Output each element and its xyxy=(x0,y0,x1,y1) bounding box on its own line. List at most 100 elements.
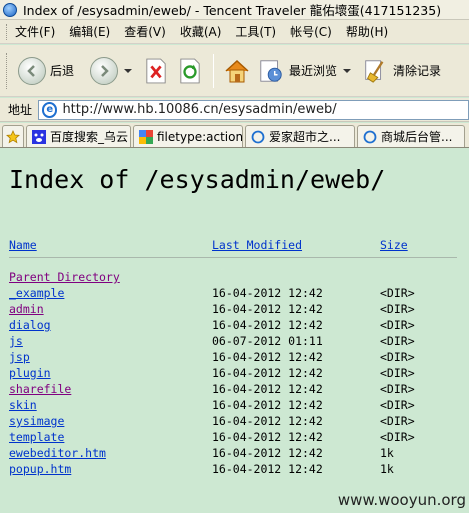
file-size: <DIR> xyxy=(380,334,415,348)
home-icon xyxy=(223,57,251,85)
window-title: Index of /esysadmin/eweb/ - Tencent Trav… xyxy=(23,3,442,18)
tab-bar: 百度搜索_乌云 filetype:action... 爱家超市之... 商城后台… xyxy=(0,123,469,148)
menu-bar: 文件(F) 编辑(E) 查看(V) 收藏(A) 工具(T) 帐号(C) 帮助(H… xyxy=(0,20,469,44)
menu-edit[interactable]: 编辑(E) xyxy=(69,23,110,40)
menu-view[interactable]: 查看(V) xyxy=(124,23,166,40)
modified-date: 16-04-2012 12:42 xyxy=(212,286,323,300)
title-bar: Index of /esysadmin/eweb/ - Tencent Trav… xyxy=(0,0,469,20)
history-clock-icon xyxy=(257,57,285,85)
menu-tools[interactable]: 工具(T) xyxy=(235,23,276,40)
file-link[interactable]: _example xyxy=(9,286,64,300)
sort-by-modified-link[interactable]: Last Modified xyxy=(212,238,302,252)
menu-help[interactable]: 帮助(H) xyxy=(346,23,388,40)
modified-date: 16-04-2012 12:42 xyxy=(212,350,323,364)
file-size: <DIR> xyxy=(380,430,415,444)
file-size: <DIR> xyxy=(380,398,415,412)
file-size: <DIR> xyxy=(380,350,415,364)
file-size: 1k xyxy=(380,446,394,460)
file-link[interactable]: jsp xyxy=(9,350,30,364)
modified-date: 16-04-2012 12:42 xyxy=(212,430,323,444)
recent-history-dropdown-icon[interactable] xyxy=(343,68,352,73)
tab-label: 爱家超市之... xyxy=(269,130,341,144)
modified-date: 16-04-2012 12:42 xyxy=(212,462,323,476)
baidu-paw-icon xyxy=(32,129,46,144)
modified-date: 06-07-2012 01:11 xyxy=(212,334,323,348)
modified-date: 16-04-2012 12:42 xyxy=(212,382,323,396)
file-link[interactable]: dialog xyxy=(9,318,51,332)
refresh-icon xyxy=(176,57,204,85)
favorites-star-button[interactable] xyxy=(2,125,24,147)
ie-page-icon xyxy=(363,130,377,143)
toolbar-grip[interactable] xyxy=(6,52,9,89)
address-bar: 地址 e xyxy=(0,98,469,122)
forward-button[interactable] xyxy=(87,51,139,91)
file-link[interactable]: ewebeditor.htm xyxy=(9,446,106,460)
sort-by-size-link[interactable]: Size xyxy=(380,238,408,252)
home-button[interactable] xyxy=(220,51,254,91)
modified-date: 16-04-2012 12:42 xyxy=(212,366,323,380)
menu-favorites[interactable]: 收藏(A) xyxy=(180,23,222,40)
table-row: skin 16-04-2012 12:42 <DIR> xyxy=(0,398,469,414)
forward-arrow-icon xyxy=(90,56,119,85)
parent-row: Parent Directory xyxy=(0,270,469,286)
table-row: sysimage 16-04-2012 12:42 <DIR> xyxy=(0,414,469,430)
modified-date: 16-04-2012 12:42 xyxy=(212,318,323,332)
tab-label: 百度搜索_乌云 xyxy=(50,130,129,144)
tab-google[interactable]: filetype:action... xyxy=(133,125,243,147)
file-size: <DIR> xyxy=(380,318,415,332)
tab-baidu[interactable]: 百度搜索_乌云 xyxy=(26,125,131,147)
modified-date: 16-04-2012 12:42 xyxy=(212,414,323,428)
refresh-button[interactable] xyxy=(173,51,207,91)
file-link[interactable]: js xyxy=(9,334,23,348)
tab-admin[interactable]: 商城后台管... xyxy=(357,125,465,147)
address-box[interactable]: e xyxy=(38,99,469,120)
stop-icon xyxy=(142,57,170,85)
tab-label: filetype:action... xyxy=(157,129,243,144)
table-row: popup.htm 16-04-2012 12:42 1k xyxy=(0,462,469,478)
recent-history-label: 最近浏览 xyxy=(289,64,338,78)
table-row: _example 16-04-2012 12:42 <DIR> xyxy=(0,286,469,302)
file-size: <DIR> xyxy=(380,286,415,300)
toolbar-separator xyxy=(213,53,215,88)
google-icon xyxy=(139,129,153,144)
table-row: template 16-04-2012 12:42 <DIR> xyxy=(0,430,469,446)
watermark: www.wooyun.org xyxy=(337,491,466,509)
star-icon xyxy=(6,129,20,143)
modified-date: 16-04-2012 12:42 xyxy=(212,302,323,316)
stop-button[interactable] xyxy=(139,51,173,91)
file-link[interactable]: skin xyxy=(9,398,37,412)
file-link[interactable]: plugin xyxy=(9,366,51,380)
file-link[interactable]: sysimage xyxy=(9,414,64,428)
tab-aijia[interactable]: 爱家超市之... xyxy=(245,125,355,147)
forward-dropdown-icon[interactable] xyxy=(124,68,133,73)
toolbar-grip[interactable] xyxy=(6,23,9,40)
navigation-toolbar: 后退 最近浏览 清除记录 xyxy=(0,45,469,97)
sort-by-name-link[interactable]: Name xyxy=(9,238,37,252)
table-row: plugin 16-04-2012 12:42 <DIR> xyxy=(0,366,469,382)
file-link[interactable]: admin xyxy=(9,302,44,316)
file-size: <DIR> xyxy=(380,414,415,428)
file-size: <DIR> xyxy=(380,366,415,380)
page-icon: e xyxy=(42,101,58,118)
file-link[interactable]: template xyxy=(9,430,64,444)
address-label: 地址 xyxy=(8,103,33,117)
back-button[interactable]: 后退 xyxy=(15,51,77,91)
broom-icon xyxy=(361,57,389,85)
back-arrow-icon xyxy=(18,56,46,85)
file-link[interactable]: sharefile xyxy=(9,382,71,396)
menu-file[interactable]: 文件(F) xyxy=(15,23,55,40)
recent-history-button[interactable]: 最近浏览 xyxy=(254,51,358,91)
parent-directory-link[interactable]: Parent Directory xyxy=(9,270,120,284)
clear-history-label: 清除记录 xyxy=(393,64,442,78)
page-heading: Index of /esysadmin/eweb/ xyxy=(9,165,386,194)
table-row: dialog 16-04-2012 12:42 <DIR> xyxy=(0,318,469,334)
modified-date: 16-04-2012 12:42 xyxy=(212,446,323,460)
menu-account[interactable]: 帐号(C) xyxy=(290,23,332,40)
tab-label: 商城后台管... xyxy=(381,130,453,144)
clear-history-button[interactable]: 清除记录 xyxy=(358,51,444,91)
file-size: 1k xyxy=(380,462,394,476)
file-link[interactable]: popup.htm xyxy=(9,462,71,476)
browser-logo-icon xyxy=(3,2,17,17)
modified-date: 16-04-2012 12:42 xyxy=(212,398,323,412)
url-input[interactable] xyxy=(62,102,468,117)
